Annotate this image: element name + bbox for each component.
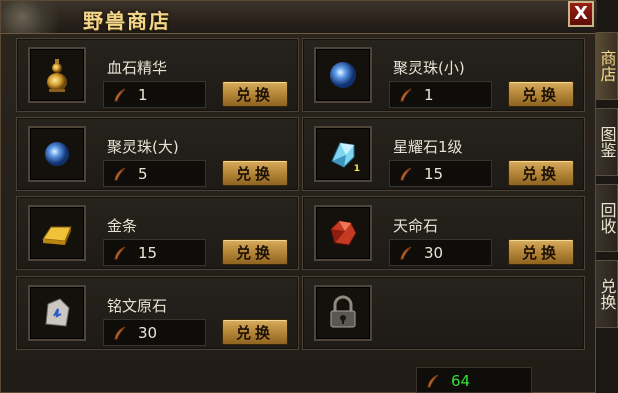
item-slot[interactable] <box>28 205 86 261</box>
gourd-icon <box>47 59 67 92</box>
lock-icon <box>330 295 356 328</box>
tab-label: 回收 <box>597 202 617 234</box>
tab-recycle[interactable]: 回收 <box>596 184 618 252</box>
shop-item: 铭文原石 30 兑换 <box>16 276 299 350</box>
price-value: 1 <box>424 86 434 104</box>
feather-icon <box>114 326 126 340</box>
item-name: 血石精华 <box>107 59 168 77</box>
exchange-button[interactable]: 兑换 <box>508 239 574 265</box>
price-field: 1 <box>103 81 206 108</box>
feather-icon <box>427 374 439 388</box>
exchange-button[interactable]: 兑换 <box>222 319 288 345</box>
tab-label: 图鉴 <box>597 126 617 158</box>
exchange-button[interactable]: 兑换 <box>508 81 574 107</box>
tab-shop[interactable]: 商店 <box>596 32 618 100</box>
shop-item: 聚灵珠(大) 5 兑换 <box>16 117 299 191</box>
item-slot[interactable] <box>314 205 372 261</box>
exchange-button[interactable]: 兑换 <box>222 239 288 265</box>
locked-slot <box>302 276 585 350</box>
price-value: 1 <box>138 86 148 104</box>
exchange-button[interactable]: 兑换 <box>508 160 574 186</box>
window-title: 野兽商店 <box>83 9 171 33</box>
tab-exchange[interactable]: 兑换 <box>596 260 618 328</box>
blue-orb-icon <box>330 62 356 88</box>
price-field: 5 <box>103 160 206 187</box>
price-field: 30 <box>103 319 206 346</box>
item-slot[interactable] <box>314 285 372 341</box>
exchange-button[interactable]: 兑换 <box>222 81 288 107</box>
currency-amount: 64 <box>451 372 471 390</box>
item-name: 聚灵珠(小) <box>393 59 465 77</box>
item-name: 天命石 <box>393 217 439 235</box>
rune-stone-icon <box>45 298 70 327</box>
item-name: 星耀石1级 <box>393 138 463 156</box>
tab-label: 商店 <box>597 50 617 82</box>
price-field: 15 <box>389 160 492 187</box>
shop-item: 血石精华 1 兑换 <box>16 38 299 112</box>
shop-item: 1 星耀石1级 15 兑换 <box>302 117 585 191</box>
title-bar: 野兽商店 <box>1 1 597 34</box>
currency-balance: 64 <box>416 367 532 393</box>
feather-icon <box>400 246 412 260</box>
item-slot[interactable] <box>314 47 372 103</box>
tab-label: 兑换 <box>597 278 617 310</box>
feather-icon <box>400 88 412 102</box>
dragon-ornament-icon <box>1 1 71 33</box>
price-value: 30 <box>424 244 444 262</box>
item-name: 金条 <box>107 217 138 235</box>
price-field: 1 <box>389 81 492 108</box>
item-name: 聚灵珠(大) <box>107 138 179 156</box>
price-value: 15 <box>138 244 158 262</box>
side-tabs: 商店 图鉴 回收 兑换 <box>596 32 618 393</box>
price-field: 15 <box>103 239 206 266</box>
item-slot[interactable]: 1 <box>314 126 372 182</box>
feather-icon <box>400 167 412 181</box>
shop-item: 天命石 30 兑换 <box>302 196 585 270</box>
price-value: 15 <box>424 165 444 183</box>
shop-item: 金条 15 兑换 <box>16 196 299 270</box>
tab-catalog[interactable]: 图鉴 <box>596 108 618 176</box>
price-value: 30 <box>138 324 158 342</box>
close-button[interactable]: X <box>568 1 594 27</box>
shop-item: 聚灵珠(小) 1 兑换 <box>302 38 585 112</box>
item-count-badge: 1 <box>353 164 360 174</box>
price-value: 5 <box>138 165 148 183</box>
feather-icon <box>114 88 126 102</box>
feather-icon <box>114 167 126 181</box>
item-name: 铭文原石 <box>107 297 168 315</box>
gold-bar-icon <box>42 226 72 245</box>
red-gem-icon <box>330 220 357 246</box>
feather-icon <box>114 246 126 260</box>
blue-orb-icon <box>45 142 69 166</box>
item-slot[interactable] <box>28 47 86 103</box>
item-slot[interactable] <box>28 285 86 341</box>
item-slot[interactable] <box>28 126 86 182</box>
exchange-button[interactable]: 兑换 <box>222 160 288 186</box>
price-field: 30 <box>389 239 492 266</box>
